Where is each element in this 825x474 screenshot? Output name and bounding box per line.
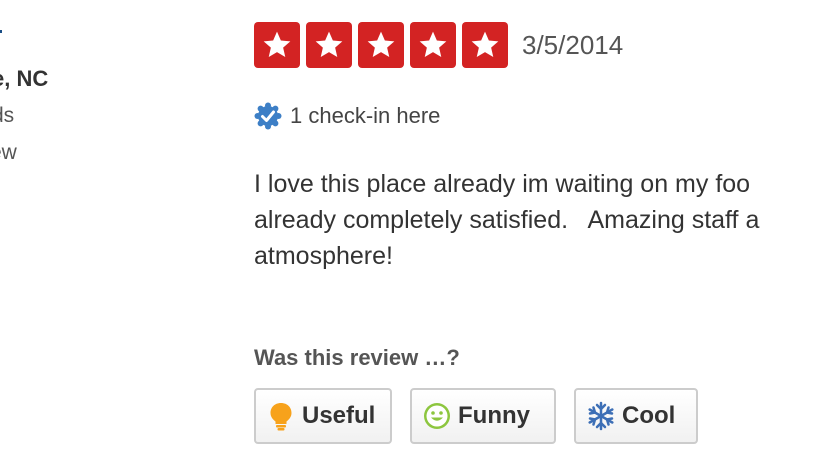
- snowflake-icon: [588, 401, 614, 431]
- review-date: 3/5/2014: [522, 29, 624, 60]
- useful-button[interactable]: Useful: [254, 388, 392, 444]
- checkin-info: 1 check-in here: [254, 102, 440, 130]
- reviewer-name-link[interactable]: [0, 30, 2, 33]
- cool-label: Cool: [622, 402, 676, 429]
- star-icon: [410, 22, 456, 68]
- review-rating: 3/5/2014: [254, 22, 623, 68]
- review-body: I love this place already im waiting on …: [254, 170, 760, 270]
- star-icon: [254, 22, 300, 68]
- checkin-badge-icon: [254, 102, 282, 130]
- funny-label: Funny: [458, 402, 530, 429]
- reviewer-sidebar: e, NC ds ew: [0, 0, 220, 474]
- star-icon: [462, 22, 508, 68]
- reviewer-review-count: ew: [0, 141, 17, 164]
- smiley-icon: [424, 403, 450, 429]
- checkin-text: 1 check-in here: [290, 103, 441, 128]
- lightbulb-icon: [270, 403, 292, 431]
- reviewer-location: e, NC: [0, 66, 49, 91]
- useful-label: Useful: [302, 402, 376, 429]
- reviewer-friends-count: ds: [0, 104, 15, 127]
- cool-button[interactable]: Cool: [574, 388, 698, 444]
- star-icon: [306, 22, 352, 68]
- funny-button[interactable]: Funny: [410, 388, 556, 444]
- vote-prompt: Was this review …?: [254, 345, 460, 370]
- star-icon: [358, 22, 404, 68]
